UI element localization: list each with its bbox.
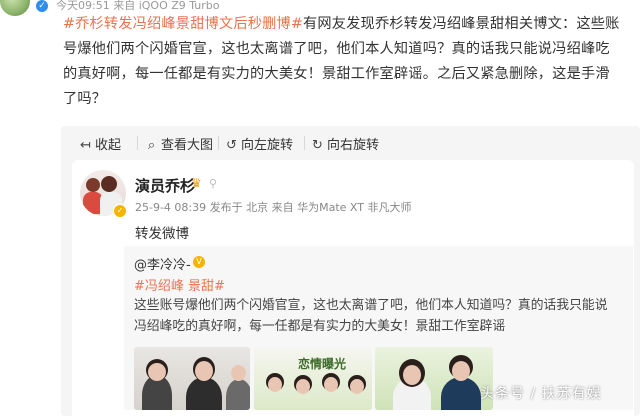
vip-icon: ⚲ (209, 177, 218, 190)
collapse-label: 收起 (95, 138, 122, 153)
crown-icon: ♛ (191, 176, 202, 190)
author-name[interactable]: 演员乔杉 (135, 175, 195, 196)
quoted-text: 这些账号爆他们两个闪婚官宣，这也太离谱了吧，他们本人知道吗？真的话我只能说冯绍峰… (134, 298, 608, 334)
quoted-topic-tag[interactable]: #冯绍峰 景甜# (134, 275, 225, 294)
toolbar-divider (304, 136, 305, 150)
verified-icon: ✓ (36, 0, 48, 12)
view-large-label: 查看大图 (161, 138, 214, 153)
thumbnail-image-1[interactable] (134, 347, 250, 410)
topic-tag[interactable]: #乔杉转发冯绍峰景甜博文后秒删博# (63, 16, 303, 32)
thumbnail-image-2[interactable]: 恋情曝光 (254, 347, 372, 410)
rotate-right-icon: ↻ (312, 138, 323, 153)
verified-badge-icon: ✓ (113, 204, 127, 218)
rotate-right-button[interactable]: ↻ 向右旋转 (311, 134, 379, 153)
magnify-icon: ⌕ (147, 138, 156, 153)
post-text: #乔杉转发冯绍峰景甜博文后秒删博#有网友发现乔杉转发冯绍峰景甜相关博文：这些账 … (63, 12, 633, 112)
forward-text: 转发微博 (135, 226, 189, 242)
collapse-button[interactable]: ↤ 收起 (79, 134, 121, 153)
post-text-line1: 有网友发现乔杉转发冯绍峰景甜相关博文：这些账 (303, 16, 620, 32)
rotate-right-label: 向右旋转 (327, 138, 380, 153)
quoted-user-badge-icon: V (193, 256, 205, 268)
thumbnail-image-3[interactable] (375, 347, 493, 410)
arrow-left-icon: ↤ (80, 138, 91, 153)
toolbar-divider (218, 136, 219, 150)
poster-title: 恋情曝光 (298, 357, 347, 371)
rotate-left-icon: ↺ (226, 138, 237, 153)
toolbar-divider (137, 136, 138, 150)
watermark-text: 头条号 / 扶苏有娱 (480, 386, 602, 402)
post-text-line2: 号爆他们两个闪婚官宣，这也太离谱了吧，他们本人知道吗？真的话我只能说冯绍峰吃 (63, 41, 610, 57)
rotate-left-button[interactable]: ↺ 向左旋转 (225, 134, 293, 153)
card-meta: 25-9-4 08:39 发布于 北京 来自 华为Mate XT 非凡大师 (135, 201, 412, 214)
view-large-button[interactable]: ⌕ 查看大图 (145, 134, 213, 153)
post-text-line3: 的真好啊，每一任都是有实力的大美女！景甜工作室辟谣。之后又紧急删除，这是手滑 (63, 66, 610, 82)
rotate-left-label: 向左旋转 (241, 138, 294, 153)
quoted-user[interactable]: @李冷冷- (134, 254, 191, 273)
post-text-line4: 了吗？ (63, 91, 107, 107)
poster-avatar[interactable] (0, 0, 30, 16)
